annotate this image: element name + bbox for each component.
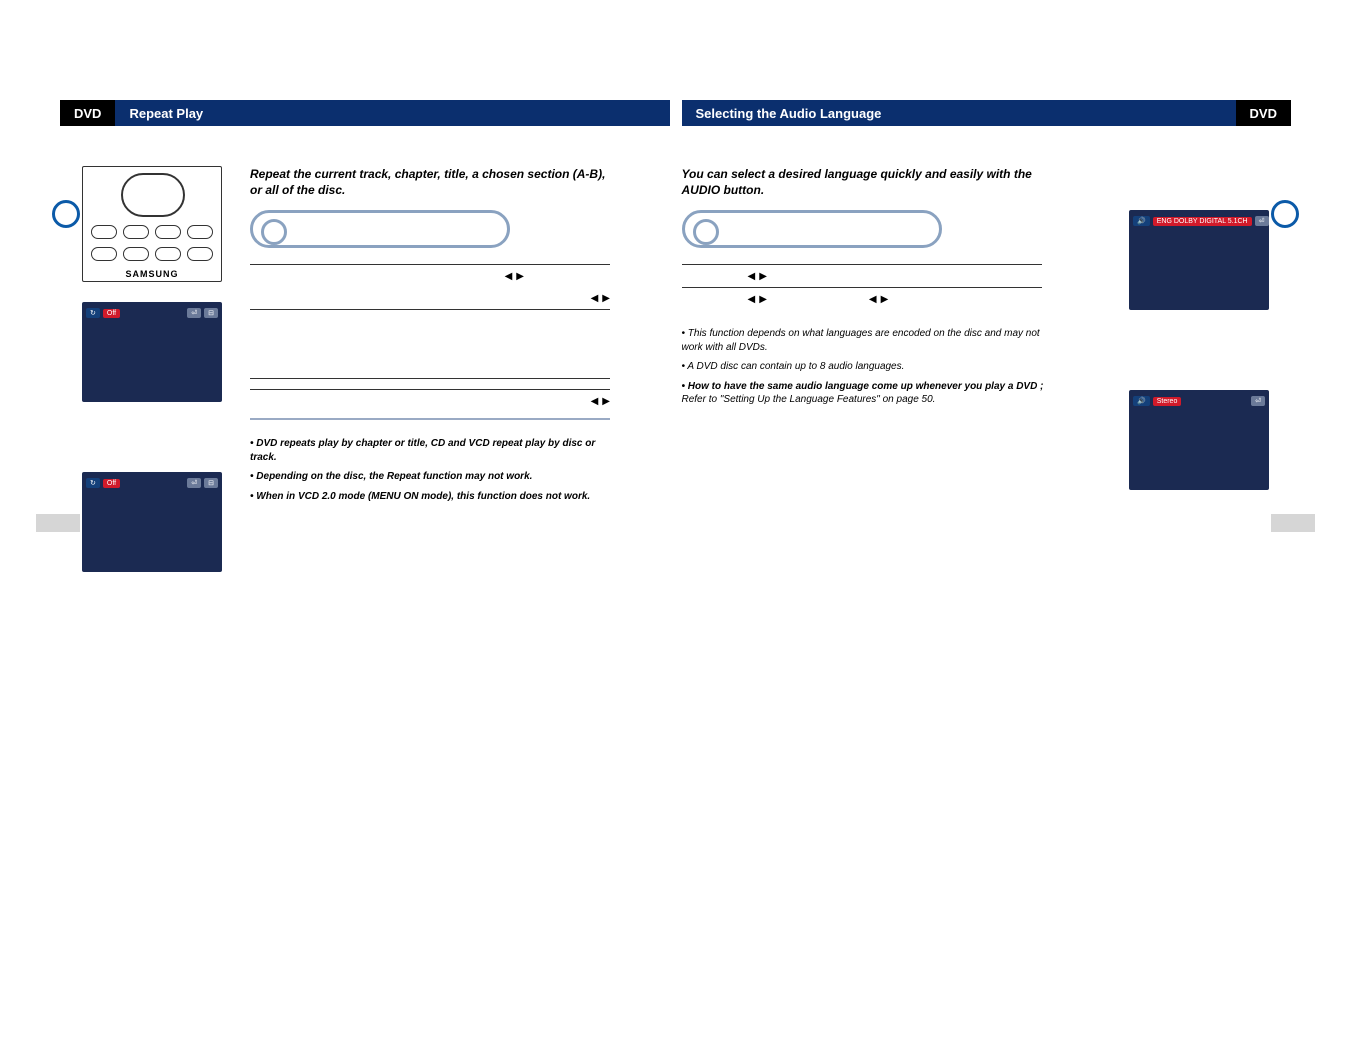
right-body: You can select a desired language quickl… bbox=[682, 166, 1102, 572]
osd-off-label: Off bbox=[103, 309, 120, 318]
divider bbox=[250, 378, 610, 379]
left-right-arrows-icon bbox=[748, 271, 767, 282]
osd-hint-icon: ⊟ bbox=[204, 478, 218, 488]
left-right-arrows-icon bbox=[591, 293, 610, 304]
osd-enter-icon: ⏎ bbox=[187, 308, 201, 318]
note-item: • Depending on the disc, the Repeat func… bbox=[250, 467, 620, 487]
step-line bbox=[682, 265, 1042, 287]
remote-button-icon bbox=[155, 225, 181, 239]
repeat-icon: ↻ bbox=[86, 478, 100, 488]
remote-button-icon bbox=[91, 247, 117, 261]
dvd-tag-right: DVD bbox=[1236, 100, 1291, 126]
remote-button-icon bbox=[187, 225, 213, 239]
osd-screen-vcd-audio: 🔊 Stereo ⏎ bbox=[1129, 390, 1269, 490]
remote-button-icon bbox=[91, 225, 117, 239]
left-right-arrows-icon bbox=[505, 271, 524, 282]
remote-button-icon bbox=[123, 225, 149, 239]
osd-enter-icon: ⏎ bbox=[187, 478, 201, 488]
step-line bbox=[250, 265, 610, 287]
remote-illustration: SAMSUNG bbox=[82, 166, 222, 282]
right-notes: • This function depends on what language… bbox=[682, 324, 1052, 410]
title-bar-right: Selecting the Audio Language bbox=[682, 100, 1236, 126]
content-row: SAMSUNG ↻ Off ⏎ ⊟ ↻ Off bbox=[0, 126, 1351, 572]
osd-audio-dvd-label: ENG DOLBY DIGITAL 5.1CH bbox=[1153, 217, 1252, 226]
page-right: You can select a desired language quickl… bbox=[682, 166, 1292, 572]
audio-icon: 🔊 bbox=[1133, 396, 1150, 406]
page-footer-block bbox=[1271, 514, 1315, 532]
step-line bbox=[250, 287, 610, 309]
osd-screen-repeat-2: ↻ Off ⏎ ⊟ bbox=[82, 472, 222, 572]
note-item: • DVD repeats play by chapter or title, … bbox=[250, 434, 620, 467]
title-bar-left: Repeat Play bbox=[115, 100, 669, 126]
step-number-circle bbox=[1271, 200, 1299, 228]
remote-button-icon bbox=[187, 247, 213, 261]
audio-icon: 🔊 bbox=[1133, 216, 1150, 226]
left-body: Repeat the current track, chapter, title… bbox=[250, 166, 670, 572]
left-lead-text: Repeat the current track, chapter, title… bbox=[250, 166, 610, 198]
remote-button-icon bbox=[155, 247, 181, 261]
step-line bbox=[250, 390, 610, 412]
osd-screen-repeat-1: ↻ Off ⏎ ⊟ bbox=[82, 302, 222, 402]
step-number-circle bbox=[52, 200, 80, 228]
button-capsule bbox=[682, 210, 942, 248]
note-item: • How to have the same audio language co… bbox=[682, 377, 1052, 410]
note-item: • A DVD disc can contain up to 8 audio l… bbox=[682, 357, 1052, 377]
osd-hint-icon: ⊟ bbox=[204, 308, 218, 318]
remote-brand: SAMSUNG bbox=[83, 269, 221, 279]
dpad-icon bbox=[121, 173, 185, 217]
repeat-icon: ↻ bbox=[86, 308, 100, 318]
remote-button-icon bbox=[123, 247, 149, 261]
osd-off-label: Off bbox=[103, 479, 120, 488]
step-line bbox=[682, 288, 1042, 310]
divider-thick bbox=[250, 418, 610, 420]
left-right-arrows-icon bbox=[748, 294, 767, 305]
note-item: • When in VCD 2.0 mode (MENU ON mode), t… bbox=[250, 487, 620, 507]
note-item: • This function depends on what language… bbox=[682, 324, 1052, 357]
header-right: Selecting the Audio Language DVD bbox=[682, 100, 1292, 126]
button-capsule bbox=[250, 210, 510, 248]
page-left: SAMSUNG ↻ Off ⏎ ⊟ ↻ Off bbox=[60, 166, 670, 572]
left-right-arrows-icon bbox=[591, 396, 610, 407]
dvd-tag-left: DVD bbox=[60, 100, 115, 126]
left-notes: • DVD repeats play by chapter or title, … bbox=[250, 434, 620, 506]
page-footer-block bbox=[36, 514, 80, 532]
osd-screen-dvd-audio: 🔊 ENG DOLBY DIGITAL 5.1CH ⏎ bbox=[1129, 210, 1269, 310]
osd-enter-icon: ⏎ bbox=[1255, 216, 1269, 226]
osd-audio-vcd-label: Stereo bbox=[1153, 397, 1182, 406]
right-rail: 🔊 ENG DOLBY DIGITAL 5.1CH ⏎ 🔊 Stereo ⏎ bbox=[1119, 166, 1279, 572]
header-row: DVD Repeat Play Selecting the Audio Lang… bbox=[0, 100, 1351, 126]
header-left: DVD Repeat Play bbox=[60, 100, 670, 126]
left-rail: SAMSUNG ↻ Off ⏎ ⊟ ↻ Off bbox=[72, 166, 232, 572]
osd-enter-icon: ⏎ bbox=[1251, 396, 1265, 406]
right-lead-text: You can select a desired language quickl… bbox=[682, 166, 1042, 198]
left-right-arrows-icon bbox=[869, 294, 888, 305]
manual-spread: DVD Repeat Play Selecting the Audio Lang… bbox=[0, 100, 1351, 572]
